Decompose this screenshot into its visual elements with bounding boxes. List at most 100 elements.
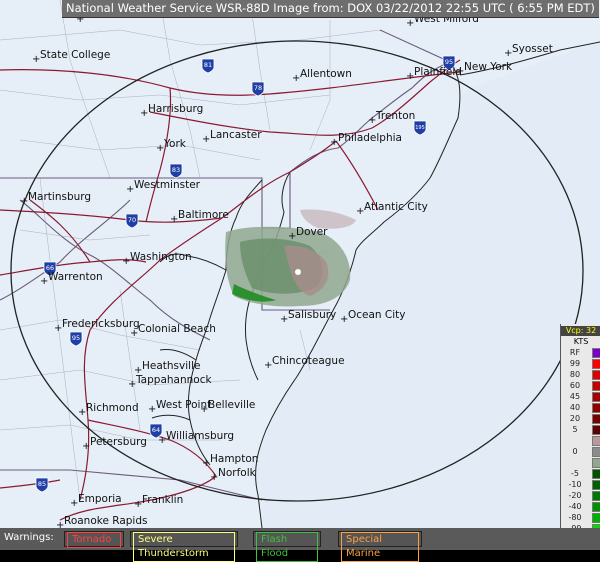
city-label: Warrenton [48,271,103,283]
legend-color-swatch [592,480,600,490]
interstate-shield-icon: 195 [413,120,427,136]
legend-value-label: -20 [568,491,582,500]
city-label: Emporia [78,493,122,505]
legend-value-label: -5 [571,469,579,478]
city-label: York [163,138,187,150]
city-petersburg: + Petersburg [82,436,147,452]
legend-color-swatch [592,381,600,391]
special-marine-warning-label: Special Marine [341,532,419,562]
interstate-shield-icon: 83 [169,163,183,179]
legend-color-swatch [592,425,600,435]
legend-color-swatch [592,502,600,512]
severe-thunderstorm-warning-label: Severe Thunderstorm [133,532,235,562]
radar-map: 817895195837066956485 +Mech Haven+West M… [0,0,600,528]
city-label: Allentown [300,68,352,80]
legend-value-label: 5 [572,425,578,434]
city-franklin: + Franklin [134,494,183,510]
city-label: Washington [130,251,192,263]
legend-value-label: -10 [568,480,582,489]
city-emporia: + Emporia [70,493,122,509]
city-label: Colonial Beach [138,323,216,335]
city-label: Franklin [142,494,183,506]
city-warrenton: + Warrenton [40,271,103,287]
city-label: Trenton [375,110,415,122]
interstate-shield-label: 64 [152,426,160,434]
city-label: Richmond [86,402,139,414]
city-label: Atlantic City [364,201,428,213]
city-label: Roanoke Rapids [64,515,147,527]
city-label: Baltimore [178,209,229,221]
city-martinsburg: + Martinsburg [20,191,91,207]
legend-color-swatch [592,513,600,523]
city-label: Tappahannock [135,374,212,386]
city-label: Fredericksburg [62,318,140,330]
city-label: Westminster [134,179,201,191]
interstate-shield-icon: 70 [125,213,139,229]
city-label: Dover [296,226,328,238]
city-westminster: + Westminster [126,179,201,195]
legend-value-label: 40 [569,403,581,412]
legend-value-label: 20 [569,414,581,423]
city-label: Heathsville [142,360,200,372]
legend-value-label: 99 [569,359,581,368]
city-label: Philadelphia [338,132,402,144]
warnings-bar: Warnings: Tornado Severe Thunderstorm Fl… [0,528,600,562]
legend-color-swatch [592,348,600,358]
city-label: Salisbury [288,309,336,321]
city-label: Belleville [208,399,255,411]
legend-color-swatch [592,447,600,457]
warnings-label: Warnings: [4,532,54,543]
city-roanoke-rapids: + Roanoke Rapids [56,515,147,528]
legend-color-swatch [592,469,600,479]
flash-flood-warning-label: Flash Flood [256,532,318,562]
interstate-shield-label: 83 [172,166,180,174]
radar-echoes [225,209,356,307]
interstate-shield-label: 78 [254,84,262,92]
special-marine-warning-button[interactable]: Special Marine [338,531,422,562]
city-syosset: + Syosset [504,43,553,59]
legend-color-swatch [592,436,600,446]
velocity-legend: Vcp: 32 KTS RF 99 80 60 45 40 20 5 0 -5 -10 -20 -40 -… [560,324,600,545]
city-label: Syosset [512,43,553,55]
city-label: Hampton [210,453,258,465]
tornado-warning-button[interactable]: Tornado [64,531,124,548]
city-label: Williamsburg [166,430,234,442]
legend-color-swatch [592,458,600,468]
legend-value-label: -80 [568,513,582,522]
city-belleville: + Belleville [200,399,255,415]
legend-color-swatch [592,414,600,424]
city-label: Plainfield [414,66,462,78]
legend-color-swatch [592,392,600,402]
interstate-shield-icon: 81 [201,58,215,74]
city-label: New York [464,61,513,73]
city-label: Ocean City [348,309,406,321]
city-baltimore: + Baltimore [170,209,229,225]
interstate-shield-icon: 78 [251,81,265,97]
legend-color-swatch [592,491,600,501]
legend-value-label: 60 [569,381,581,390]
city-label: Petersburg [90,436,147,448]
interstate-shield-label: 70 [128,216,136,224]
legend-units: KTS [573,337,589,346]
legend-value-label: -40 [568,502,582,511]
legend-value-label: RF [569,348,581,357]
city-label: State College [40,49,110,61]
city-williamsburg: + Williamsburg [158,430,234,446]
city-york: + York [156,138,187,154]
city-allentown: + Allentown [292,68,352,84]
interstate-shield-label: 95 [72,334,80,342]
legend-value-label: 45 [569,392,581,401]
legend-vcp: Vcp: 32 [561,326,600,336]
interstate-shield-icon: 95 [69,331,83,347]
interstate-shield-label: 195 [415,125,425,131]
city-label: Chincoteague [272,355,345,367]
flash-flood-warning-button[interactable]: Flash Flood [253,531,321,562]
legend-color-swatch [592,403,600,413]
legend-value-label: 80 [569,370,581,379]
interstate-shield-label: 81 [204,61,212,69]
city-trenton: + Trenton [368,110,415,126]
radar-image: 817895195837066956485 +Mech Haven+West M… [0,0,600,562]
severe-thunderstorm-warning-button[interactable]: Severe Thunderstorm [130,531,238,562]
legend-color-swatch [592,359,600,369]
city-lancaster: + Lancaster [202,129,262,145]
